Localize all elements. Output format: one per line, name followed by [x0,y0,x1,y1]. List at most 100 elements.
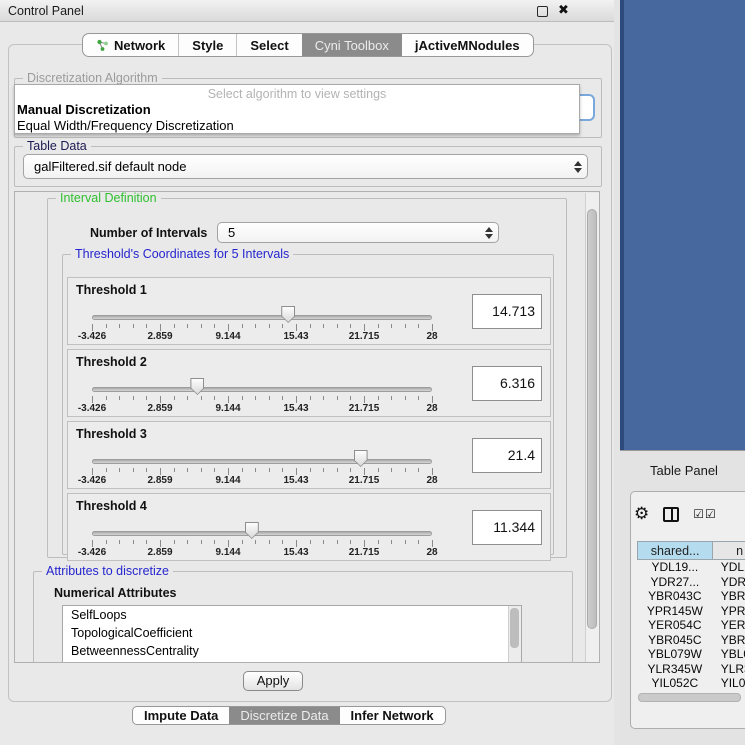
tab-style[interactable]: Style [178,34,236,56]
attribute-item[interactable]: SelfLoops [63,606,521,624]
slider-ticks [92,396,432,403]
table-cell[interactable]: YDL19... [637,560,713,575]
table-cell[interactable]: YLR345W [637,662,713,677]
table-cell[interactable]: YBL079W [637,647,713,662]
tab-impute-data[interactable]: Impute Data [133,707,229,724]
threshold-value-field[interactable]: 6.316 [472,366,542,401]
table-cell[interactable]: YPR145W [637,604,713,619]
tab-label: Select [250,38,288,53]
slider-thumb[interactable] [354,450,368,467]
control-panel: Control Panel ✖ Network Style Select Cyni T… [0,0,620,745]
scrollbar-thumb[interactable] [587,209,597,629]
attribute-item[interactable]: BetweennessCentrality [63,642,521,660]
group-title: Attributes to discretize [42,564,173,578]
slider-track[interactable] [92,531,432,536]
slider-scale-labels: -3.4262.8599.14415.4321.71528 [92,475,432,487]
table-data-combobox[interactable]: galFiltered.sif default node [23,154,588,179]
table-row[interactable]: YBR045CYBR0 [637,633,745,648]
slider-scale-labels: -3.4262.8599.14415.4321.71528 [92,547,432,559]
table-cell[interactable]: YBR043C [637,589,713,604]
slider-track[interactable] [92,459,432,464]
table-row[interactable]: YBR043CYBR0 [637,589,745,604]
slider-thumb[interactable] [190,378,204,395]
column-header-1[interactable]: shared... [637,541,713,560]
number-of-intervals-spinner[interactable]: 5 [217,222,499,243]
table-cell[interactable]: YLR3 [713,662,745,677]
table-cell[interactable]: YER0 [713,618,745,633]
threshold-value-field[interactable]: 11.344 [472,510,542,545]
table-cell[interactable]: YPR1 [713,604,745,619]
table-cell[interactable]: YIL0 [713,676,745,691]
gear-icon[interactable]: ⚙ [634,504,649,524]
table-row[interactable]: YDL19...YDL1 [637,560,745,575]
horizontal-scrollbar[interactable] [638,693,741,702]
table-cell[interactable]: YBR0 [713,633,745,648]
float-icon[interactable] [537,6,548,17]
table-row[interactable]: YPR145WYPR1 [637,604,745,619]
thresholds-group: Threshold's Coordinates for 5 Intervals … [62,254,554,555]
table-cell[interactable]: YDR2 [713,575,745,590]
table-cell[interactable]: YBL0 [713,647,745,662]
tab-label: Discretize Data [240,708,328,723]
table-cell[interactable]: YBR0 [713,589,745,604]
dropdown-option[interactable]: Manual Discretization [15,101,579,117]
slider-thumb[interactable] [281,306,295,323]
threshold-value-field[interactable]: 14.713 [472,294,542,329]
threshold-panel: Threshold 2-3.4262.8599.14415.4321.71528… [67,349,551,417]
slider-scale-labels: -3.4262.8599.14415.4321.71528 [92,331,432,343]
network-window[interactable]: GAL80GACGAL11GAL4GCY1HHAP2 [620,0,745,450]
algorithm-dropdown-popup: Select algorithm to view settings Manual… [14,84,580,134]
table-row[interactable]: YDR27...YDR2 [637,575,745,590]
combobox-value: galFiltered.sif default node [24,159,569,174]
table-row[interactable]: YBL079WYBL0 [637,647,745,662]
table-cell[interactable]: YDL1 [713,560,745,575]
spinner-value: 5 [218,225,480,240]
table-cell[interactable]: YBR045C [637,633,713,648]
bottom-tab-bar: Impute Data Discretize Data Infer Network [132,706,446,725]
threshold-label: Threshold 3 [76,427,147,441]
threshold-value-field[interactable]: 21.4 [472,438,542,473]
threshold-panel: Threshold 1-3.4262.8599.14415.4321.71528… [67,277,551,345]
node-table[interactable]: shared...n YDL19...YDL1YDR27...YDR2YBR04… [637,541,745,691]
dropdown-options: Manual DiscretizationEqual Width/Frequen… [15,101,579,133]
table-cell[interactable]: YIL052C [637,676,713,691]
attribute-item[interactable]: TopologicalCoefficient [63,624,521,642]
tab-label: Network [114,38,165,53]
list-scrollbar[interactable] [508,606,521,663]
close-icon[interactable]: ✖ [558,2,569,18]
slider-track[interactable] [92,387,432,392]
numerical-attributes-list[interactable]: SelfLoopsTopologicalCoefficientBetweenne… [62,605,522,663]
tab-discretize-data[interactable]: Discretize Data [229,707,339,724]
table-panel: Table Panel ⚙ ☑☑ shared...n YDL19...YDL1… [620,450,745,745]
table-row[interactable]: YER054CYER0 [637,618,745,633]
group-title: Threshold's Coordinates for 5 Intervals [71,247,293,261]
interval-definition-group: Interval Definition Number of Intervals … [47,198,567,558]
table-header[interactable]: shared...n [637,541,745,560]
table-row[interactable]: YIL052CYIL0 [637,676,745,691]
slider-scale-labels: -3.4262.8599.14415.4321.71528 [92,403,432,415]
threshold-label: Threshold 4 [76,499,147,513]
column-header-2[interactable]: n [713,541,745,560]
split-columns-icon[interactable] [663,507,679,522]
network-icon [96,39,109,52]
tab-select[interactable]: Select [236,34,301,56]
group-title: Table Data [23,139,91,153]
dropdown-option[interactable]: Equal Width/Frequency Discretization [15,117,579,133]
checkbox-icons[interactable]: ☑☑ [693,507,717,521]
spinner-stepper-icon [480,227,498,239]
apply-button[interactable]: Apply [243,671,303,691]
table-panel-title: Table Panel [650,463,718,478]
control-panel-titlebar: Control Panel ✖ [0,0,620,22]
tab-cyni-toolbox[interactable]: Cyni Toolbox [302,34,402,56]
tab-jactivemnodules[interactable]: jActiveMNodules [402,34,533,56]
table-body[interactable]: YDL19...YDL1YDR27...YDR2YBR043CYBR0YPR14… [637,560,745,691]
top-tab-bar: Network Style Select Cyni ToolboxjActiveMNo… [82,33,534,57]
slider-thumb[interactable] [245,522,259,539]
table-cell[interactable]: YDR27... [637,575,713,590]
tab-network[interactable]: Network [83,34,178,56]
table-cell[interactable]: YER054C [637,618,713,633]
table-row[interactable]: YLR345WYLR3 [637,662,745,677]
combobox-stepper-icon [569,161,587,173]
slider-track[interactable] [92,315,432,320]
tab-infer-network[interactable]: Infer Network [340,707,445,724]
